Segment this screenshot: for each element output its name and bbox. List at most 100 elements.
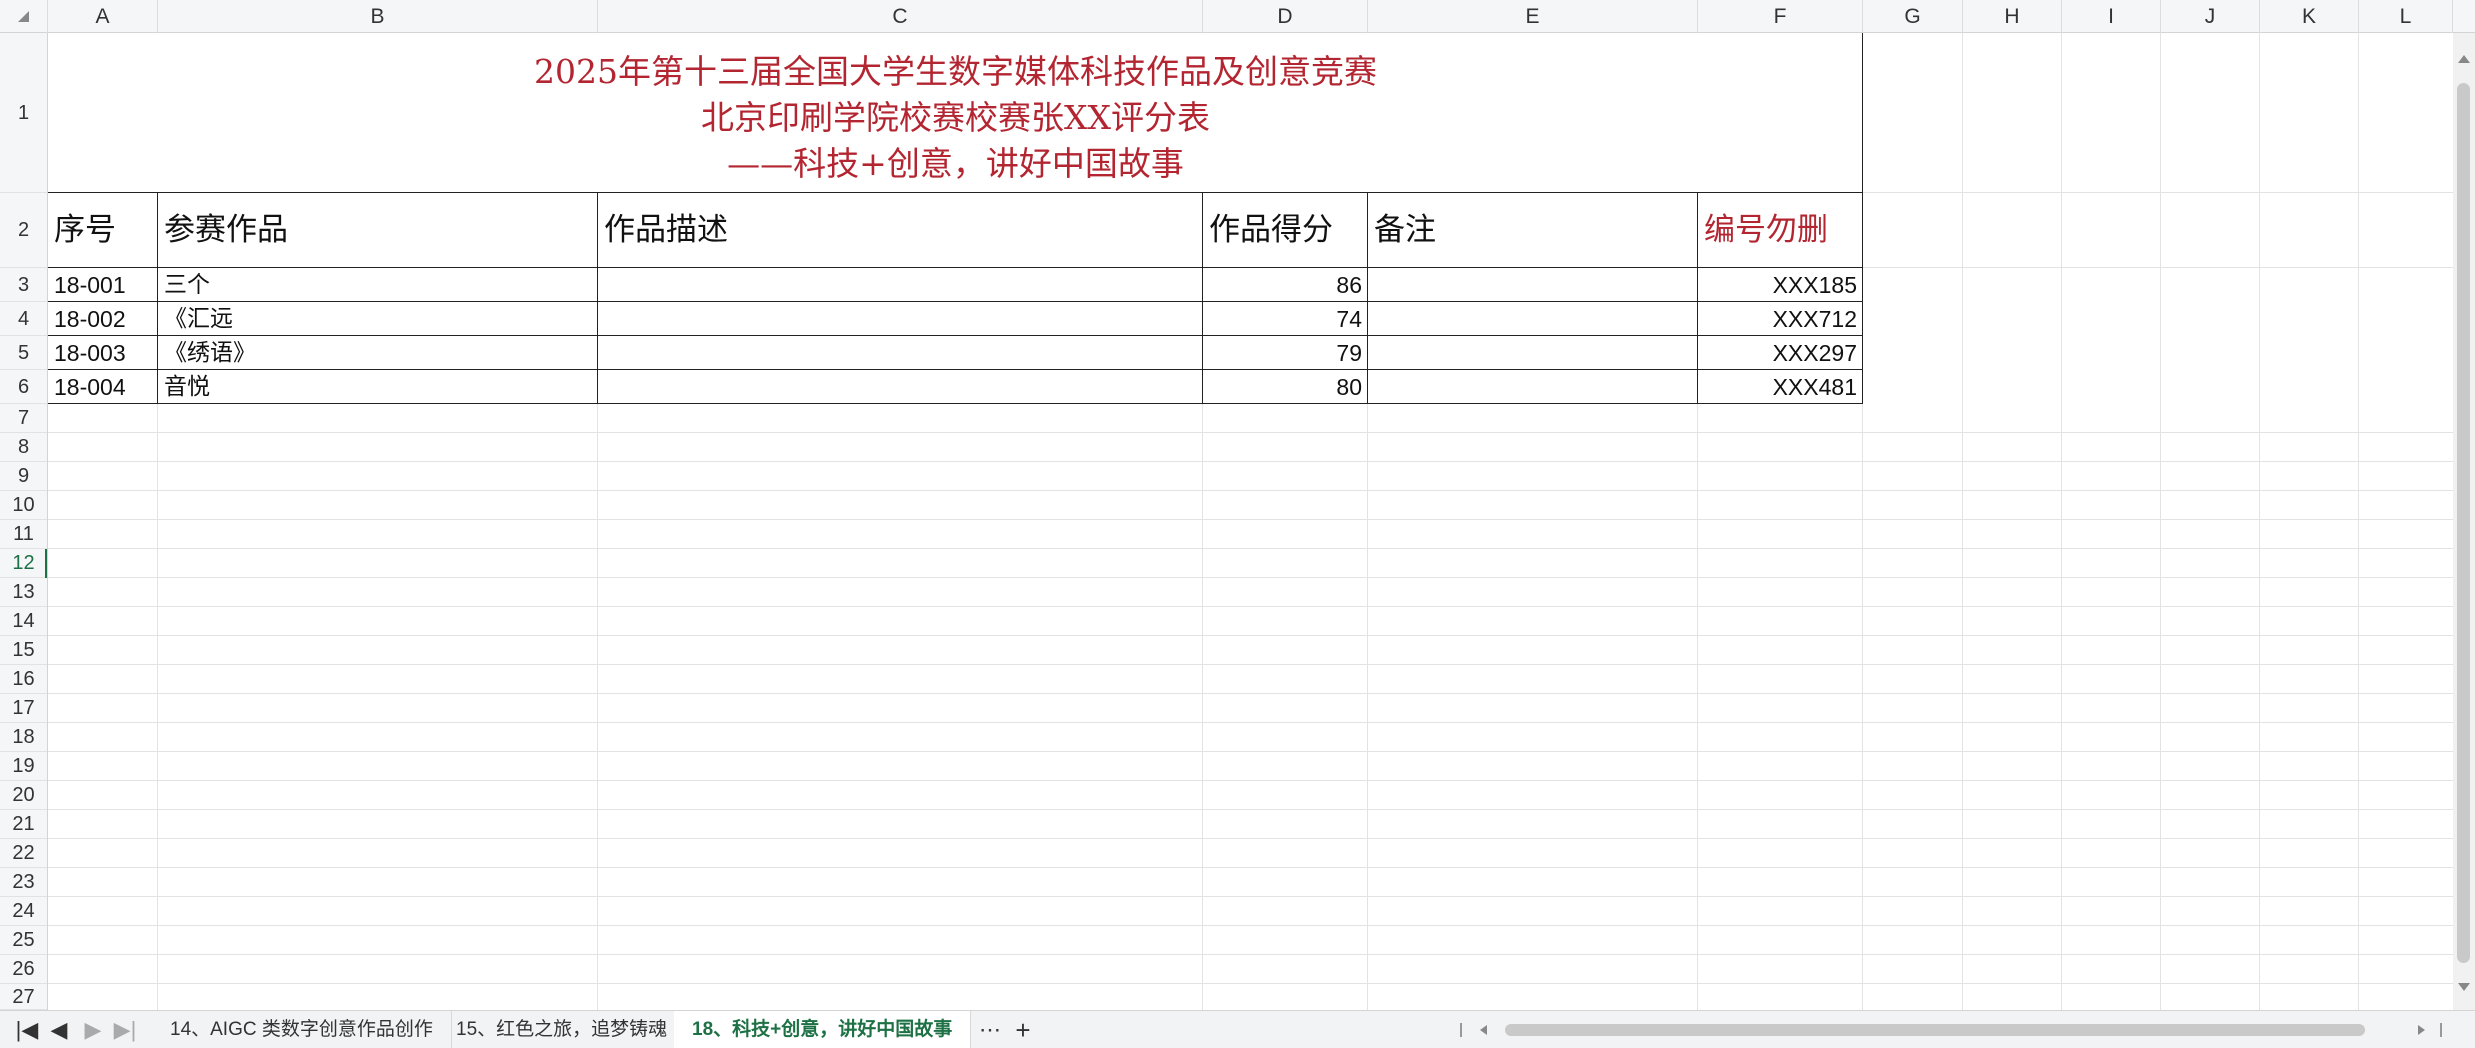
- sheet-title-line-2: 北京印刷学院校赛校赛张XX评分表: [701, 98, 1210, 137]
- column-header-i[interactable]: I: [2062, 0, 2161, 33]
- row-header-13[interactable]: 13: [0, 578, 47, 607]
- cell-seq[interactable]: 18-004: [48, 370, 158, 404]
- gridline: [48, 664, 2453, 665]
- gridline: [48, 867, 2453, 868]
- cell-score[interactable]: 74: [1203, 302, 1368, 336]
- sheet-title-line-1: 2025年第十三届全国大学生数字媒体科技作品及创意竞赛: [534, 52, 1377, 91]
- cell-code[interactable]: XXX481: [1698, 370, 1863, 404]
- scroll-left-icon[interactable]: [1480, 1025, 1487, 1035]
- column-header-h[interactable]: H: [1963, 0, 2062, 33]
- row-header-27[interactable]: 27: [0, 984, 47, 1010]
- last-sheet-icon[interactable]: ▶|: [110, 1011, 140, 1048]
- row-header-7[interactable]: 7: [0, 404, 47, 433]
- row-header-3[interactable]: 3: [0, 268, 47, 302]
- column-header-bar: A B C D E F G H I J K L: [0, 0, 2475, 33]
- row-header-23[interactable]: 23: [0, 868, 47, 897]
- row-header-10[interactable]: 10: [0, 491, 47, 520]
- column-header-k[interactable]: K: [2260, 0, 2359, 33]
- cell-score[interactable]: 79: [1203, 336, 1368, 370]
- cell-seq[interactable]: 18-001: [48, 268, 158, 302]
- header-work[interactable]: 参赛作品: [158, 192, 598, 268]
- row-header-1[interactable]: 1: [0, 33, 47, 193]
- cell-work[interactable]: 音悦: [158, 370, 598, 404]
- more-sheets-icon[interactable]: ⋯: [975, 1011, 1005, 1048]
- row-header-18[interactable]: 18: [0, 723, 47, 752]
- cell-work[interactable]: 三个: [158, 268, 598, 302]
- gridline: [48, 461, 2453, 462]
- cell-work[interactable]: 《绣语》: [158, 336, 598, 370]
- scroll-down-icon[interactable]: [2458, 983, 2470, 991]
- gridline: [2061, 33, 2062, 1010]
- row-header-14[interactable]: 14: [0, 607, 47, 636]
- gridline: [48, 519, 2453, 520]
- row-header-2[interactable]: 2: [0, 193, 47, 268]
- vertical-scroll-thumb[interactable]: [2457, 83, 2470, 963]
- cell-score[interactable]: 80: [1203, 370, 1368, 404]
- horizontal-scroll-thumb[interactable]: [1505, 1024, 2365, 1036]
- column-header-g[interactable]: G: [1863, 0, 1963, 33]
- gridline: [48, 606, 2453, 607]
- gridline: [48, 548, 2453, 549]
- gridline: [48, 751, 2453, 752]
- column-header-a[interactable]: A: [48, 0, 158, 33]
- gridline: [2160, 33, 2161, 1010]
- split-handle[interactable]: [1460, 1023, 1462, 1037]
- add-sheet-icon[interactable]: +: [1008, 1011, 1038, 1048]
- column-header-b[interactable]: B: [158, 0, 598, 33]
- row-header-17[interactable]: 17: [0, 694, 47, 723]
- row-header-bar: 1 2 3 4 5 6 7 8 9 10 11 12 13 14 15 16 1…: [0, 33, 48, 1010]
- sheet-tab-15[interactable]: 15、红色之旅，追梦铸魂: [438, 1011, 687, 1048]
- row-header-16[interactable]: 16: [0, 665, 47, 694]
- sheet-grid[interactable]: 2025年第十三届全国大学生数字媒体科技作品及创意竞赛 北京印刷学院校赛校赛张X…: [48, 33, 2453, 1010]
- column-header-c[interactable]: C: [598, 0, 1203, 33]
- cell-seq[interactable]: 18-002: [48, 302, 158, 336]
- row-header-26[interactable]: 26: [0, 955, 47, 984]
- row-header-9[interactable]: 9: [0, 462, 47, 491]
- sheet-tab-18[interactable]: 18、科技+创意，讲好中国故事: [674, 1011, 972, 1048]
- column-header-d[interactable]: D: [1203, 0, 1368, 33]
- vertical-scrollbar[interactable]: [2453, 33, 2475, 1010]
- cell-code[interactable]: XXX185: [1698, 268, 1863, 302]
- scroll-up-icon[interactable]: [2458, 55, 2470, 63]
- gridline: [48, 838, 2453, 839]
- row-header-25[interactable]: 25: [0, 926, 47, 955]
- header-code[interactable]: 编号勿删: [1698, 192, 1863, 268]
- row-header-5[interactable]: 5: [0, 336, 47, 370]
- scroll-right-icon[interactable]: [2418, 1025, 2425, 1035]
- column-header-f[interactable]: F: [1698, 0, 1863, 33]
- row-header-24[interactable]: 24: [0, 897, 47, 926]
- row-header-12[interactable]: 12: [0, 549, 47, 578]
- gridline: [48, 954, 2453, 955]
- row-header-4[interactable]: 4: [0, 302, 47, 336]
- gridline: [48, 896, 2453, 897]
- row-header-20[interactable]: 20: [0, 781, 47, 810]
- gridline: [48, 432, 2453, 433]
- first-sheet-icon[interactable]: |◀: [12, 1011, 42, 1048]
- row-header-22[interactable]: 22: [0, 839, 47, 868]
- header-score[interactable]: 作品得分: [1203, 192, 1368, 268]
- gridline: [48, 925, 2453, 926]
- row-header-6[interactable]: 6: [0, 370, 47, 404]
- header-desc[interactable]: 作品描述: [598, 192, 1203, 268]
- row-header-8[interactable]: 8: [0, 433, 47, 462]
- sheet-tab-14[interactable]: 14、AIGC 类数字创意作品创作: [152, 1011, 452, 1048]
- cell-seq[interactable]: 18-003: [48, 336, 158, 370]
- row-header-19[interactable]: 19: [0, 752, 47, 781]
- column-header-j[interactable]: J: [2161, 0, 2260, 33]
- row-header-11[interactable]: 11: [0, 520, 47, 549]
- cell-work[interactable]: 《汇远: [158, 302, 598, 336]
- split-handle[interactable]: [2440, 1023, 2442, 1037]
- cell-code[interactable]: XXX712: [1698, 302, 1863, 336]
- header-seq[interactable]: 序号: [48, 192, 158, 268]
- row-header-21[interactable]: 21: [0, 810, 47, 839]
- row-header-15[interactable]: 15: [0, 636, 47, 665]
- next-sheet-icon[interactable]: ▶: [78, 1011, 108, 1048]
- cell-code[interactable]: XXX297: [1698, 336, 1863, 370]
- column-header-e[interactable]: E: [1368, 0, 1698, 33]
- column-header-l[interactable]: L: [2359, 0, 2453, 33]
- select-all-corner[interactable]: [0, 0, 48, 33]
- header-note[interactable]: 备注: [1368, 192, 1698, 268]
- prev-sheet-icon[interactable]: ◀: [44, 1011, 74, 1048]
- cell-score[interactable]: 86: [1203, 268, 1368, 302]
- gridline: [1962, 33, 1963, 1010]
